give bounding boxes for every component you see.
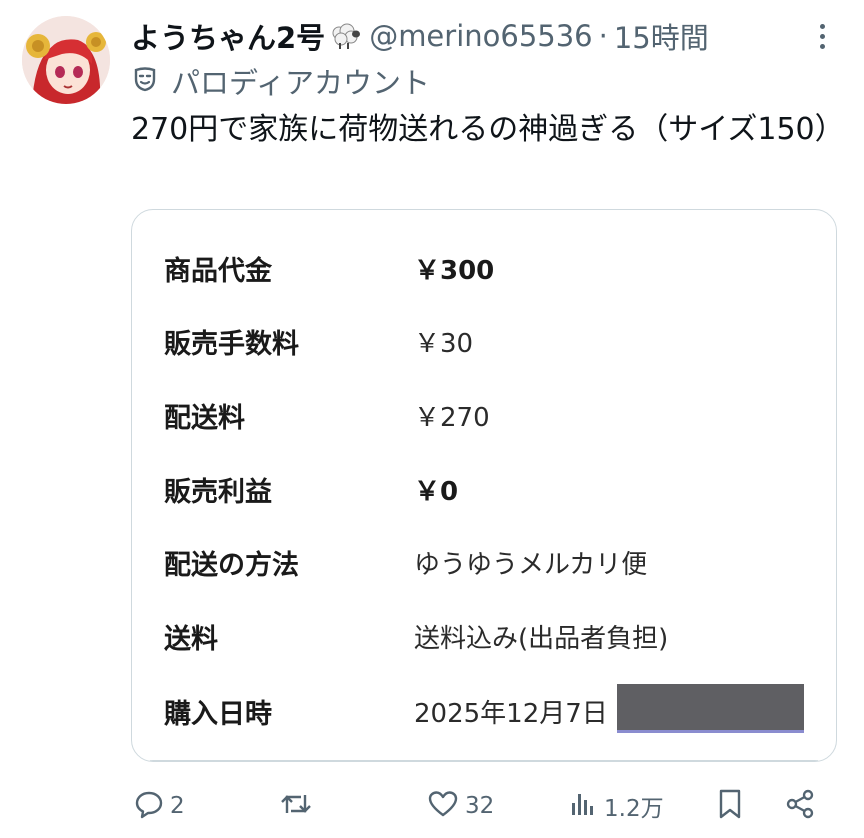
share-button[interactable]: [784, 780, 816, 832]
row-value: 2025年12月7日: [414, 698, 608, 729]
divider: [150, 760, 818, 761]
redaction-block: [617, 684, 804, 733]
post-timestamp[interactable]: 15時間: [614, 15, 709, 57]
receipt-row: 送料 送料込み(出品者負担): [132, 616, 836, 656]
action-bar: 2 32 1.2万: [0, 780, 864, 832]
row-value: 送料込み(出品者負担): [414, 623, 669, 654]
attached-image[interactable]: 商品代金 ￥300 販売手数料 ￥30 配送料 ￥270 販売利益 ￥0 配送の…: [131, 209, 837, 762]
post-header: ようちゃん2号 @merino65536 · 15時間: [131, 14, 709, 58]
row-label: 送料: [164, 623, 218, 655]
user-handle[interactable]: @merino65536: [369, 19, 592, 53]
like-count: 32: [465, 793, 495, 819]
mask-icon: [131, 65, 159, 97]
row-value: ￥300: [414, 255, 495, 286]
avatar[interactable]: [22, 16, 110, 104]
bookmark-icon: [716, 788, 744, 824]
row-label: 購入日時: [164, 698, 272, 730]
bookmark-button[interactable]: [716, 780, 744, 832]
parody-label: パロディアカウント: [171, 66, 430, 100]
receipt-row: 商品代金 ￥300: [132, 248, 836, 288]
separator-dot: ·: [598, 19, 608, 53]
views-count: 1.2万: [604, 796, 664, 822]
share-icon: [784, 788, 816, 824]
views-button[interactable]: 1.2万: [568, 780, 664, 832]
avatar-image: [22, 16, 110, 104]
row-label: 配送の方法: [164, 549, 299, 581]
row-value: ￥0: [414, 476, 459, 507]
repost-icon: [279, 789, 313, 823]
row-value: ￥270: [414, 402, 490, 433]
row-value: ゆうゆうメルカリ便: [414, 549, 648, 580]
more-options-icon[interactable]: [808, 20, 836, 52]
parody-badge: パロディアカウント: [131, 62, 430, 100]
receipt-row: 販売利益 ￥0: [132, 469, 836, 509]
like-button[interactable]: 32: [427, 780, 494, 832]
receipt-row: 配送料 ￥270: [132, 395, 836, 435]
row-label: 販売手数料: [164, 328, 299, 360]
row-label: 販売利益: [164, 476, 272, 508]
row-label: 配送料: [164, 402, 245, 434]
heart-icon: [427, 789, 459, 823]
row-value: ￥30: [414, 328, 474, 359]
repost-button[interactable]: [279, 780, 319, 832]
post-text: 270円で家族に荷物送れるの神過ぎる（サイズ150）: [131, 112, 845, 147]
reply-icon: [134, 789, 164, 823]
receipt-row: 配送の方法 ゆうゆうメルカリ便: [132, 542, 836, 582]
receipt-row: 販売手数料 ￥30: [132, 321, 836, 361]
display-name[interactable]: ようちゃん2号: [131, 15, 325, 57]
views-icon: [568, 789, 598, 823]
sheep-icon: [327, 21, 363, 51]
row-label: 商品代金: [164, 255, 272, 287]
reply-button[interactable]: 2: [134, 780, 185, 832]
reply-count: 2: [170, 793, 185, 819]
